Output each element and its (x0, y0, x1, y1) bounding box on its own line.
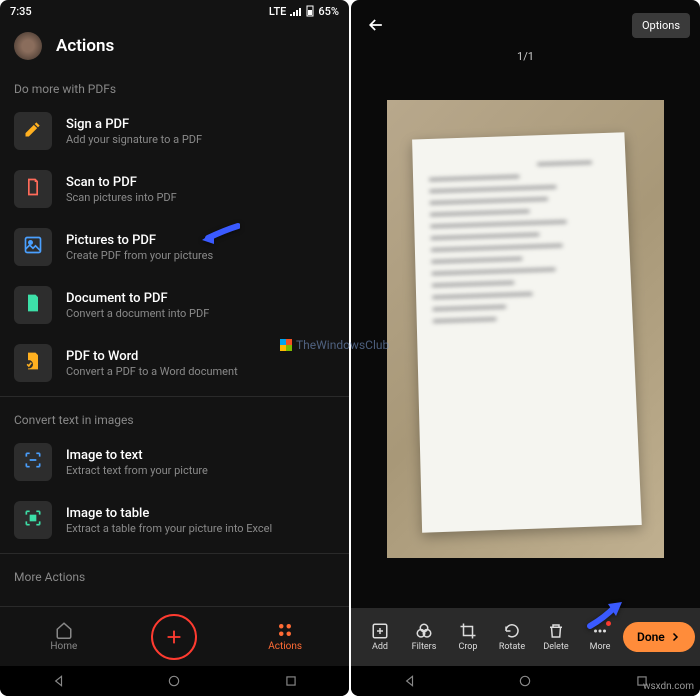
plus-icon (163, 626, 185, 648)
crop-icon (459, 622, 477, 640)
action-sub: Convert a PDF to a Word document (66, 365, 335, 378)
pencil-icon (23, 119, 43, 143)
file-icon (23, 293, 43, 317)
sys-back-icon[interactable] (51, 674, 65, 688)
windows-logo-icon (280, 339, 292, 351)
action-title: Pictures to PDF (66, 233, 335, 248)
page-title: Actions (56, 36, 114, 56)
action-sign-pdf[interactable]: Sign a PDFAdd your signature to a PDF (0, 102, 349, 160)
sys-home-icon[interactable] (518, 674, 532, 688)
tool-more[interactable]: More (579, 622, 621, 652)
phone-right: Options 1/1 Add Filters (351, 0, 700, 696)
action-title: Scan to PDF (66, 175, 335, 190)
tool-label: Crop (458, 642, 477, 652)
chevron-right-icon (669, 631, 681, 643)
tool-label: More (590, 642, 611, 652)
home-icon (55, 621, 73, 639)
scan-text-icon (23, 450, 43, 474)
more-icon (591, 622, 609, 640)
tool-filters[interactable]: Filters (403, 622, 445, 652)
tool-label: Filters (412, 642, 437, 652)
nav-label: Home (50, 641, 77, 652)
divider (0, 553, 349, 554)
nav-home[interactable]: Home (24, 621, 104, 652)
action-sub: Add your signature to a PDF (66, 133, 335, 146)
battery-icon (306, 5, 314, 17)
convert-icon (23, 351, 43, 375)
action-title: Document to PDF (66, 291, 335, 306)
nav-actions[interactable]: Actions (245, 621, 325, 652)
header-right: Options (351, 0, 700, 44)
sys-back-icon[interactable] (402, 674, 416, 688)
rotate-icon (503, 622, 521, 640)
tool-label: Delete (543, 642, 568, 652)
trash-icon (547, 622, 565, 640)
bottom-nav: Home Actions (0, 606, 349, 666)
sys-home-icon[interactable] (167, 674, 181, 688)
action-sub: Scan pictures into PDF (66, 191, 335, 204)
action-title: Image to text (66, 448, 335, 463)
nav-label: Actions (268, 641, 302, 652)
action-image-table[interactable]: Image to tableExtract a table from your … (0, 491, 349, 549)
page-counter: 1/1 (351, 44, 700, 69)
watermark: wsxdn.com (643, 681, 694, 692)
add-image-icon (371, 622, 389, 640)
done-button[interactable]: Done (623, 622, 695, 652)
status-network: LTE (269, 5, 287, 18)
done-label: Done (637, 630, 665, 644)
sys-recent-icon[interactable] (284, 674, 298, 688)
status-time: 7:35 (10, 5, 32, 18)
system-nav (0, 666, 349, 696)
grid-icon (276, 621, 294, 639)
signal-icon (290, 6, 302, 16)
tool-rotate[interactable]: Rotate (491, 622, 533, 652)
section-header: Do more with PDFs (0, 70, 349, 102)
back-arrow-icon (366, 15, 386, 35)
action-sub: Extract a table from your picture into E… (66, 522, 335, 535)
options-button[interactable]: Options (632, 13, 690, 38)
editor-toolbar: Add Filters Crop Rotate Delete More Done (351, 608, 700, 666)
action-title: Sign a PDF (66, 117, 335, 132)
avatar[interactable] (14, 32, 42, 60)
action-image-text[interactable]: Image to textExtract text from your pict… (0, 433, 349, 491)
action-doc-pdf[interactable]: Document to PDFConvert a document into P… (0, 276, 349, 334)
status-right: LTE 65% (269, 5, 339, 18)
status-battery: 65% (318, 5, 339, 18)
picture-icon (23, 235, 43, 259)
tool-add[interactable]: Add (359, 622, 401, 652)
action-title: Image to table (66, 506, 335, 521)
header: Actions (0, 22, 349, 70)
fab-add[interactable] (151, 614, 197, 660)
document-icon (23, 177, 43, 201)
action-sub: Convert a document into PDF (66, 307, 335, 320)
action-sub: Create PDF from your pictures (66, 249, 335, 262)
back-button[interactable] (361, 10, 391, 40)
action-sub: Extract text from your picture (66, 464, 335, 477)
filters-icon (415, 622, 433, 640)
tool-label: Rotate (499, 642, 525, 652)
status-bar: 7:35 LTE 65% (0, 0, 349, 22)
tool-delete[interactable]: Delete (535, 622, 577, 652)
section-header: Convert text in images (0, 401, 349, 433)
scanned-document (413, 132, 643, 532)
scan-table-icon (23, 508, 43, 532)
section-header: More Actions (0, 558, 349, 590)
tool-crop[interactable]: Crop (447, 622, 489, 652)
tool-label: Add (372, 642, 388, 652)
action-scan-pdf[interactable]: Scan to PDFScan pictures into PDF (0, 160, 349, 218)
preview-area[interactable] (387, 100, 664, 558)
watermark-center: TheWindowsClub (280, 338, 389, 352)
divider (0, 396, 349, 397)
action-pictures-pdf[interactable]: Pictures to PDFCreate PDF from your pict… (0, 218, 349, 276)
content-scroll[interactable]: Do more with PDFs Sign a PDFAdd your sig… (0, 70, 349, 590)
